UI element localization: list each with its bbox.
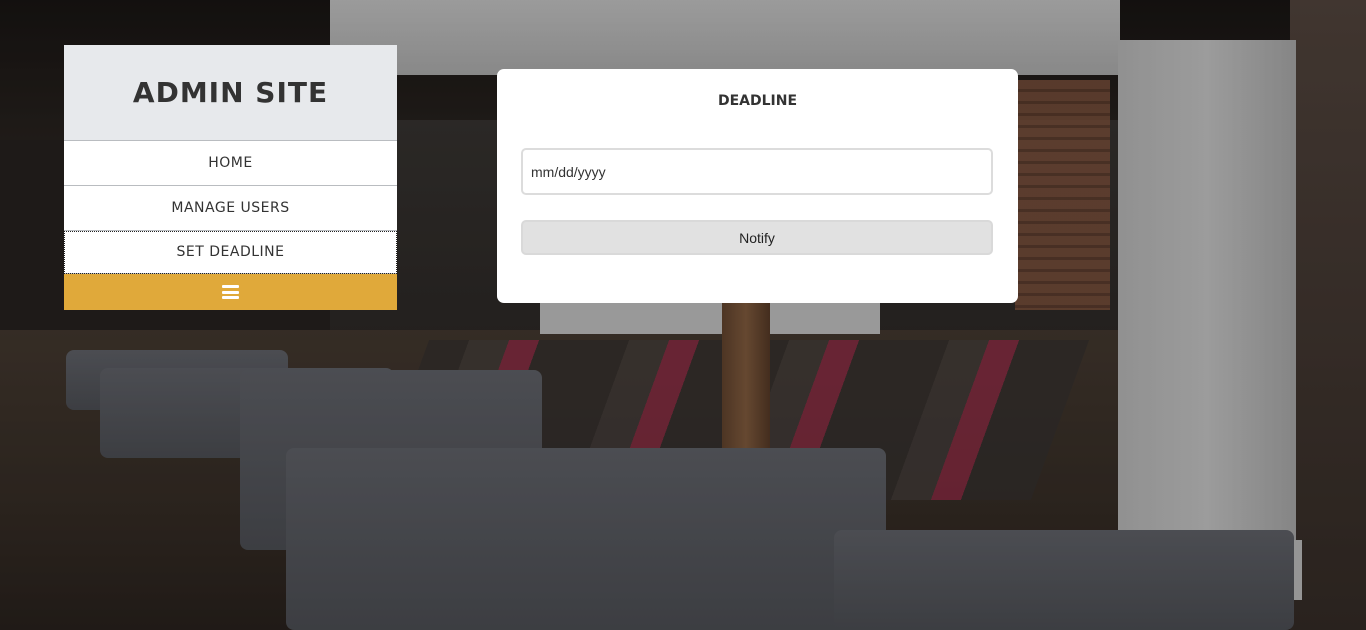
sidebar-item-home[interactable]: HOME (64, 141, 397, 186)
site-title: ADMIN SITE (132, 76, 329, 109)
card-title: DEADLINE (717, 93, 798, 109)
sidebar-item-set-deadline[interactable]: SET DEADLINE (64, 231, 397, 274)
menu-toggle-button[interactable] (64, 274, 397, 310)
hamburger-icon (222, 285, 239, 299)
notify-button[interactable]: Notify (521, 220, 993, 255)
page: ADMIN SITE HOME MANAGE USERS SET DEADLIN… (0, 0, 1366, 630)
sidebar-item-manage-users[interactable]: MANAGE USERS (64, 186, 397, 231)
sidebar-header: ADMIN SITE (64, 45, 397, 141)
deadline-card: DEADLINE Notify (497, 69, 1018, 303)
deadline-date-input[interactable] (521, 148, 993, 195)
sidebar: ADMIN SITE HOME MANAGE USERS SET DEADLIN… (64, 45, 397, 310)
